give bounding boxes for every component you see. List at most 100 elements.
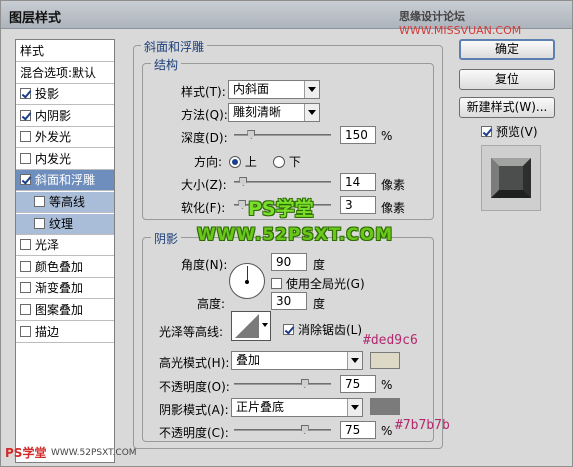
depth-input[interactable]: 150 (340, 126, 376, 144)
size-slider[interactable] (234, 177, 331, 186)
watermark-top: 思缘设计论坛 WWW.MISSVUAN.COM (399, 8, 572, 37)
soften-label: 软化(F): (181, 201, 226, 215)
style-item-4[interactable]: 斜面和浮雕 (16, 170, 114, 192)
altitude-unit: 度 (313, 297, 326, 311)
style-item-0[interactable]: 投影 (16, 84, 114, 105)
title-bar: 图层样式 思缘设计论坛 WWW.MISSVUAN.COM (1, 1, 572, 37)
chevron-down-icon (347, 352, 362, 369)
style-label: 样式(T): (181, 85, 226, 99)
new-style-button[interactable]: 新建样式(W)... (459, 97, 555, 118)
depth-slider[interactable] (234, 130, 331, 139)
gloss-contour-label: 光泽等高线: (159, 325, 224, 339)
shadow-hex-note: #7b7b7b (395, 418, 450, 433)
global-light-label: 使用全局光(G) (286, 277, 365, 291)
reset-button[interactable]: 复位 (459, 69, 555, 90)
style-item-1[interactable]: 内阴影 (16, 105, 114, 127)
chevron-down-icon[interactable] (262, 323, 268, 327)
angle-input[interactable]: 90 (271, 253, 307, 271)
anti-alias-check[interactable] (283, 324, 294, 335)
styles-header[interactable]: 样式 (16, 40, 114, 62)
style-item-label: 外发光 (35, 130, 72, 145)
style-item-5[interactable]: 等高线 (16, 192, 114, 213)
style-item-checkbox[interactable] (34, 217, 45, 229)
highlight-mode-select[interactable]: 叠加 (231, 351, 363, 370)
global-light-check[interactable] (271, 278, 282, 289)
soften-unit: 像素 (381, 201, 406, 215)
chevron-down-icon (304, 104, 319, 121)
style-item-11[interactable]: 描边 (16, 321, 114, 343)
angle-label: 角度(N): (181, 258, 228, 272)
style-item-label: 描边 (35, 324, 60, 339)
technique-label: 方法(Q): (181, 108, 228, 122)
direction-down[interactable]: 下 (273, 153, 301, 170)
preview-checkbox[interactable]: 预览(V) (481, 123, 538, 140)
depth-unit: % (381, 129, 393, 143)
style-item-checkbox[interactable] (20, 88, 31, 99)
shading-title: 阴影 (151, 230, 182, 247)
preview-check[interactable] (481, 126, 492, 137)
style-item-6[interactable]: 纹理 (16, 213, 114, 235)
highlight-mode-value: 叠加 (236, 353, 261, 367)
styles-list: 样式 混合选项:默认 投影内阴影外发光内发光斜面和浮雕等高线纹理光泽颜色叠加 渐变… (15, 39, 115, 463)
shadow-color-swatch[interactable] (370, 398, 400, 415)
style-item-3[interactable]: 内发光 (16, 148, 114, 170)
style-item-7[interactable]: 光泽 (16, 235, 114, 257)
shadow-opacity-slider[interactable] (234, 425, 331, 434)
technique-select[interactable]: 雕刻清晰 (228, 103, 320, 122)
soften-input[interactable]: 3 (340, 196, 376, 214)
highlight-opacity-input[interactable]: 75 (340, 375, 376, 393)
shadow-mode-select[interactable]: 正片叠底 (231, 398, 363, 417)
highlight-hex-note: #ded9c6 (363, 333, 418, 348)
gloss-contour-picker[interactable] (231, 311, 271, 341)
style-item-label: 图案叠加 (35, 303, 84, 317)
style-item-2[interactable]: 外发光 (16, 127, 114, 149)
shadow-opacity-input[interactable]: 75 (340, 421, 376, 439)
style-item-checkbox[interactable] (34, 196, 45, 207)
style-item-checkbox[interactable] (20, 152, 31, 164)
angle-center (245, 280, 249, 284)
watermark-prefix: 思缘设计论坛 (399, 10, 465, 23)
angle-dial[interactable] (229, 263, 265, 299)
style-item-checkbox[interactable] (20, 174, 31, 186)
style-item-9[interactable]: 渐变叠加 (16, 278, 114, 300)
style-item-checkbox[interactable] (20, 239, 31, 251)
ps-watermark-site: WWW.52PSXT.COM (197, 225, 394, 245)
style-item-label: 内发光 (35, 151, 72, 166)
style-item-checkbox[interactable] (20, 304, 31, 315)
contour-icon (235, 314, 259, 338)
style-item-8[interactable]: 颜色叠加 (16, 256, 114, 278)
style-preview (481, 145, 541, 211)
style-item-checkbox[interactable] (20, 131, 31, 143)
size-input[interactable]: 14 (340, 173, 376, 191)
ok-button[interactable]: 确定 (459, 39, 555, 60)
bevel-section-title: 斜面和浮雕 (141, 38, 208, 55)
global-light-checkbox[interactable]: 使用全局光(G) (271, 275, 365, 292)
depth-label: 深度(D): (181, 131, 228, 145)
shadow-opacity-unit: % (381, 424, 393, 438)
style-item-checkbox[interactable] (20, 325, 31, 337)
direction-label: 方向: (194, 155, 223, 169)
style-item-checkbox[interactable] (20, 260, 31, 272)
style-item-checkbox[interactable] (20, 282, 31, 294)
layer-style-dialog: 图层样式 思缘设计论坛 WWW.MISSVUAN.COM 样式 混合选项:默认 … (0, 0, 573, 467)
anti-alias-checkbox[interactable]: 消除锯齿(L) (283, 321, 362, 338)
technique-value: 雕刻清晰 (233, 105, 282, 119)
style-item-label: 光泽 (35, 238, 60, 253)
style-item-checkbox[interactable] (20, 109, 31, 121)
size-unit: 像素 (381, 178, 406, 192)
shadow-opacity-label: 不透明度(C): (159, 426, 229, 440)
highlight-opacity-slider[interactable] (234, 379, 331, 388)
style-select[interactable]: 内斜面 (228, 80, 320, 99)
altitude-input[interactable]: 30 (271, 292, 307, 310)
style-item-label: 内阴影 (35, 108, 72, 123)
style-item-label: 投影 (35, 87, 60, 101)
radio-down[interactable] (273, 156, 285, 168)
bevel-preview-icon (491, 158, 531, 198)
blend-options-item[interactable]: 混合选项:默认 (16, 62, 114, 84)
highlight-color-swatch[interactable] (370, 352, 400, 369)
highlight-opacity-unit: % (381, 378, 393, 392)
style-item-10[interactable]: 图案叠加 (16, 300, 114, 321)
style-item-label: 等高线 (49, 195, 86, 209)
direction-up[interactable]: 上 (229, 153, 257, 170)
radio-up[interactable] (229, 156, 241, 168)
